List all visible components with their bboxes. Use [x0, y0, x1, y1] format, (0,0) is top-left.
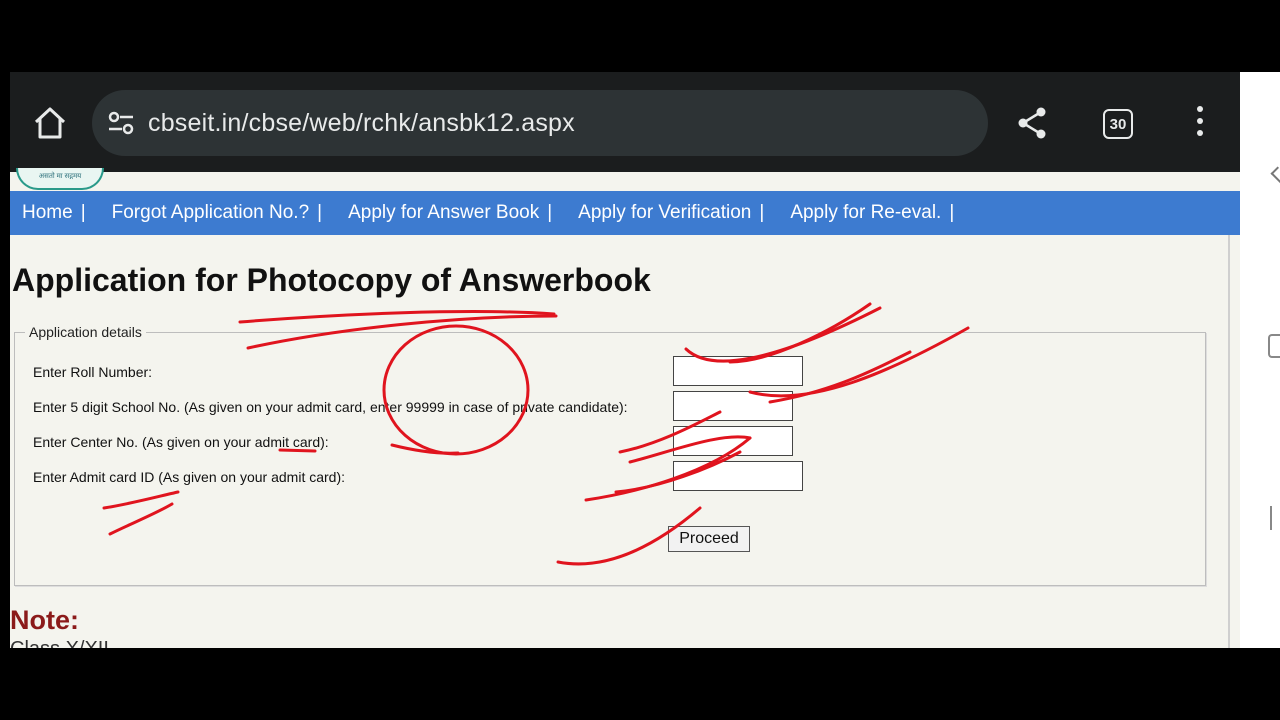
admit-card-id-input[interactable] — [673, 461, 803, 491]
roll-number-input[interactable] — [673, 356, 803, 386]
site-settings-icon[interactable] — [106, 108, 136, 138]
home-icon[interactable] — [32, 105, 68, 141]
admit-card-id-label: Enter Admit card ID (As given on your ad… — [33, 469, 346, 485]
nav-item-forgot-application[interactable]: Forgot Application No.? — [100, 202, 310, 224]
nav-item-apply-re-eval[interactable]: Apply for Re-eval. — [778, 202, 941, 224]
fieldset-legend: Application details — [29, 324, 142, 340]
nav-separator: | — [547, 202, 553, 223]
note-title: Note: — [10, 605, 79, 635]
right-edge-overlay — [1240, 72, 1280, 648]
center-number-input[interactable] — [673, 426, 793, 456]
note-partial-text: Class X/XII — [10, 638, 210, 648]
chevron-left-icon — [1270, 166, 1280, 184]
school-number-input[interactable] — [673, 391, 793, 421]
site-nav-bar: Home | Forgot Application No.? | Apply f… — [10, 191, 1240, 235]
share-icon[interactable] — [1014, 105, 1050, 141]
url-text[interactable]: cbseit.in/cbse/web/rchk/ansbk12.aspx — [148, 109, 575, 138]
cbse-logo: असतो मा सद्गमय — [16, 168, 104, 190]
address-bar[interactable]: cbseit.in/cbse/web/rchk/ansbk12.aspx — [92, 90, 988, 156]
browser-screen: cbseit.in/cbse/web/rchk/ansbk12.aspx 30 … — [10, 72, 1240, 648]
application-details-fieldset: Application details Enter Roll Number: E… — [14, 324, 1206, 586]
logo-caption: असतो मा सद्गमय — [38, 173, 82, 180]
page-title: Application for Photocopy of Answerbook — [12, 262, 651, 298]
side-bar-icon — [1270, 506, 1272, 530]
nav-separator: | — [759, 202, 765, 223]
nav-separator: | — [317, 202, 323, 223]
center-number-label: Enter Center No. (As given on your admit… — [33, 434, 329, 450]
nav-item-apply-answer-book[interactable]: Apply for Answer Book — [336, 202, 539, 224]
nav-item-home[interactable]: Home — [10, 202, 73, 224]
proceed-button[interactable]: Proceed — [668, 526, 750, 552]
tab-switcher-button[interactable]: 30 — [1103, 109, 1133, 139]
side-handle-icon — [1268, 334, 1280, 358]
overflow-menu-icon[interactable] — [1190, 106, 1210, 140]
browser-toolbar: cbseit.in/cbse/web/rchk/ansbk12.aspx 30 — [10, 72, 1240, 172]
nav-separator: | — [949, 202, 955, 223]
nav-item-apply-verification[interactable]: Apply for Verification — [566, 202, 751, 224]
roll-number-label: Enter Roll Number: — [33, 364, 153, 380]
tab-count: 30 — [1109, 115, 1127, 133]
web-page: असतो मा सद्गमय Home | Forgot Application… — [10, 168, 1240, 648]
nav-separator: | — [80, 202, 86, 223]
school-number-label: Enter 5 digit School No. (As given on yo… — [33, 399, 628, 415]
